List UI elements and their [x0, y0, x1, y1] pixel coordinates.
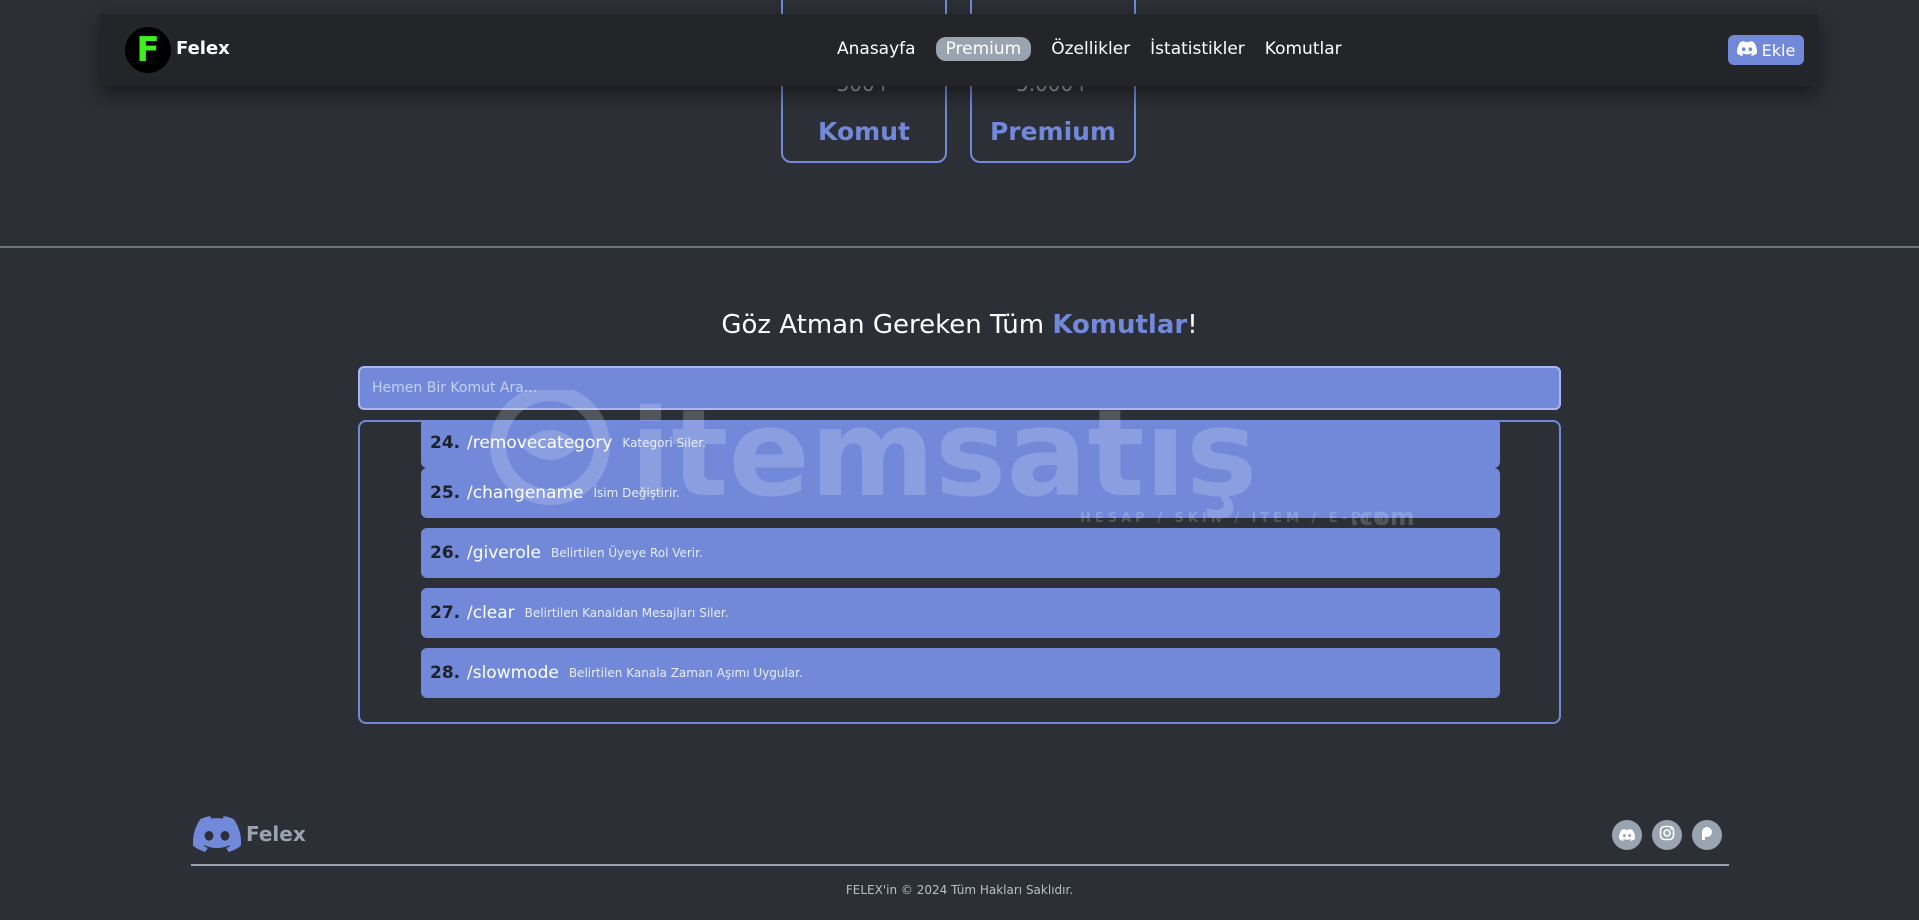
discord-icon	[1736, 40, 1757, 60]
brand-logo[interactable]: F	[125, 27, 171, 73]
command-description: Kategori Siler.	[622, 436, 706, 450]
command-description: Belirtilen Kanaldan Mesajları Siler.	[524, 606, 729, 620]
stat-label: Komut	[818, 117, 910, 146]
command-number: 24.	[430, 433, 461, 453]
nav-link-features[interactable]: Özellikler	[1041, 37, 1140, 61]
discord-icon	[1619, 826, 1636, 845]
footer-brand-name: Felex	[246, 822, 306, 846]
discord-icon	[193, 816, 242, 856]
heading-accent: Komutlar	[1052, 310, 1188, 340]
copyright-text: FELEX'in © 2024 Tüm Hakları Saklıdır.	[845, 883, 1074, 897]
nav-link-premium[interactable]: Premium	[935, 37, 1032, 61]
patreon-icon	[1699, 825, 1715, 845]
nav-links: Anasayfa Premium Özellikler İstatistikle…	[827, 37, 1352, 61]
command-number: 27.	[430, 603, 461, 623]
nav-link-statistics[interactable]: İstatistikler	[1140, 37, 1255, 61]
patreon-social-button[interactable]	[1692, 820, 1722, 850]
command-description: Belirtilen Kanala Zaman Aşımı Uygular.	[568, 666, 803, 680]
heading-suffix: !	[1187, 310, 1198, 340]
list-item[interactable]: 26. /giverole Belirtilen Üyeye Rol Verir…	[421, 528, 1500, 578]
list-item[interactable]: 28. /slowmode Belirtilen Kanala Zaman Aş…	[421, 648, 1500, 698]
list-item[interactable]: 24. /removecategory Kategori Siler.	[421, 422, 1500, 468]
commands-heading: Göz Atman Gereken Tüm Komutlar!	[0, 310, 1919, 340]
section-divider	[0, 246, 1919, 248]
command-number: 26.	[430, 543, 461, 563]
page: 300+ Komut 5.000+ Premium F Felex Anasay…	[0, 0, 1919, 920]
command-name: /changename	[467, 483, 584, 503]
command-description: Belirtilen Üyeye Rol Verir.	[550, 546, 703, 560]
command-name: /clear	[467, 603, 515, 623]
command-description: İsim Değiştirir.	[593, 486, 680, 500]
command-search-input[interactable]	[358, 366, 1561, 410]
command-name: /giverole	[467, 543, 541, 563]
nav-link-home[interactable]: Anasayfa	[827, 37, 926, 61]
command-name: /removecategory	[467, 433, 613, 453]
brand-name[interactable]: Felex	[176, 38, 230, 59]
command-number: 28.	[430, 663, 461, 683]
add-bot-button[interactable]: Ekle	[1728, 35, 1804, 65]
footer-divider	[191, 864, 1729, 866]
command-list[interactable]: 24. /removecategory Kategori Siler. 25. …	[358, 420, 1561, 724]
instagram-icon	[1659, 825, 1675, 845]
command-name: /slowmode	[467, 663, 559, 683]
list-item[interactable]: 27. /clear Belirtilen Kanaldan Mesajları…	[421, 588, 1500, 638]
list-item[interactable]: 25. /changename İsim Değiştirir.	[421, 468, 1500, 518]
heading-prefix: Göz Atman Gereken Tüm	[721, 310, 1053, 340]
command-number: 25.	[430, 483, 461, 503]
nav-link-commands[interactable]: Komutlar	[1255, 37, 1352, 61]
stat-label: Premium	[989, 117, 1117, 146]
instagram-social-button[interactable]	[1652, 820, 1682, 850]
discord-social-button[interactable]	[1612, 820, 1642, 850]
add-button-label: Ekle	[1761, 40, 1796, 60]
navbar: F Felex Anasayfa Premium Özellikler İsta…	[100, 14, 1818, 86]
